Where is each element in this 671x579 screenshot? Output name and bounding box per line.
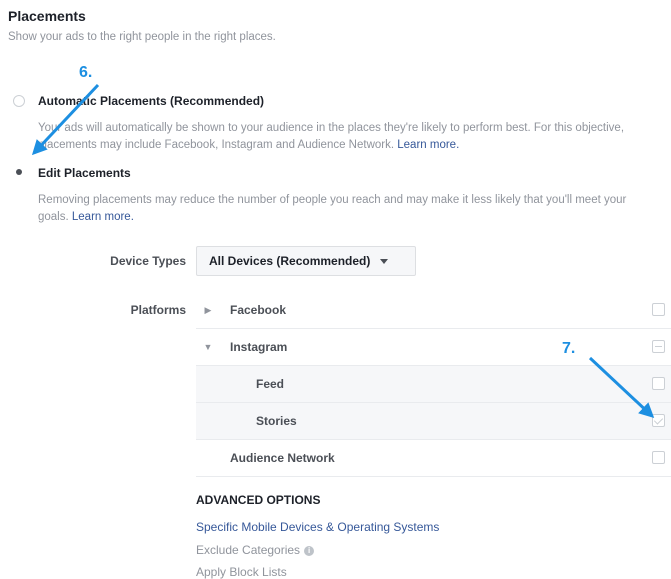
annotation-arrows [31,83,655,419]
annotation-step-6: 6. [79,64,93,81]
arrow-to-edit-placements [31,83,100,156]
arrow-to-stories-checkbox [588,356,655,419]
annotation-step-7: 7. [562,340,576,357]
